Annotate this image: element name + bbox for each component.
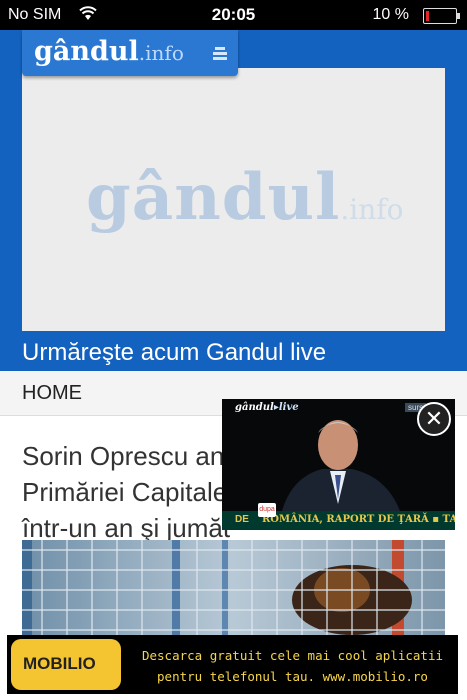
watch-live-link[interactable]: Urmăreşte acum Gandul live [22,339,326,367]
ad-line: pentru telefonul tau. www.mobilio.ro [157,669,428,684]
live-logo: gândul▸live [235,402,299,413]
close-icon[interactable]: ✕ [417,402,451,436]
ticker-left-text: DE [235,514,249,525]
logo-text: gândul.info [34,36,184,67]
news-ticker: DE ROMÂNIA, RAPORT DE ŢARĂ ▪ TAI [222,511,455,530]
ticker-text: ROMÂNIA, RAPORT DE ŢARĂ ▪ TAI [262,514,455,525]
battery-level [426,11,429,21]
status-bar: No SIM 20:05 10 % [0,0,467,30]
video-player[interactable]: gândul.info [22,68,445,331]
live-video-overlay[interactable]: gândul▸live surs ✕ dupa DE ROMÂNIA, RAPO… [222,399,455,530]
site-logo[interactable]: gândul.info [22,30,238,76]
ad-line: Descarca gratuit cele mai cool aplicatii [141,648,444,663]
player-placeholder-logo: gândul.info [86,160,404,235]
nav-home[interactable]: HOME [22,382,82,405]
ad-text: Descarca gratuit cele mai cool aplicatii… [131,645,454,687]
battery-percent: 10 % [372,6,409,23]
menu-icon[interactable] [212,45,228,61]
ad-banner[interactable]: MOBILIO Descarca gratuit cele mai cool a… [7,635,458,694]
channel-badge: dupa [258,503,276,517]
battery-icon [423,8,460,24]
article-image[interactable] [22,540,445,640]
ad-logo: MOBILIO [11,639,121,690]
cage-dog-image [22,540,445,640]
